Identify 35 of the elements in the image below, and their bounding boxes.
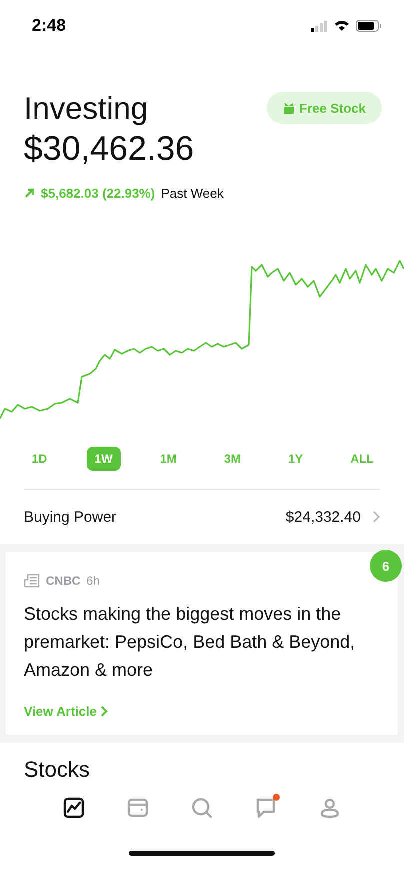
profile-icon (319, 797, 341, 819)
chart-icon (63, 797, 85, 819)
range-tab[interactable]: 3M (216, 447, 250, 471)
battery-icon (356, 20, 382, 32)
range-tab[interactable]: 1M (152, 447, 185, 471)
news-headline: Stocks making the biggest moves in the premarket: PepsiCo, Bed Bath & Beyond, Amazon & more (24, 603, 356, 682)
news-age: 6h (86, 574, 100, 588)
signal-icon (311, 20, 328, 32)
buying-power-value: $24,332.40 (286, 508, 361, 526)
range-tab[interactable]: 1D (24, 447, 56, 471)
chat-icon (255, 797, 277, 819)
period-label: Past Week (161, 186, 224, 201)
wifi-icon (334, 20, 350, 32)
gift-icon (282, 102, 295, 114)
range-tab[interactable]: 1W (86, 447, 121, 471)
change-amount: $5,682.03 (22.93%) (41, 186, 156, 201)
tab-bar-button[interactable] (62, 797, 86, 821)
news-count-badge: 6 (370, 550, 402, 582)
view-article-link[interactable]: View Article (24, 704, 108, 719)
section-title: Stocks (23, 756, 92, 783)
notification-dot (273, 794, 280, 801)
status-time: 2:48 (32, 16, 66, 36)
range-tab[interactable]: 1Y (280, 447, 312, 471)
page-title: Investing (24, 90, 150, 128)
up-arrow-icon (24, 188, 35, 199)
wallet-icon (127, 797, 149, 819)
news-source: CNBC (46, 574, 81, 588)
free-stock-button[interactable]: Free Stock (266, 92, 382, 124)
chevron-right-icon (373, 511, 380, 523)
range-tab[interactable]: ALL (342, 447, 382, 471)
portfolio-value: $30,462.36 (24, 129, 194, 170)
chevron-right-icon (100, 706, 108, 717)
newspaper-icon (24, 574, 40, 588)
search-icon (191, 797, 213, 819)
buying-power-label: Buying Power (24, 508, 117, 526)
